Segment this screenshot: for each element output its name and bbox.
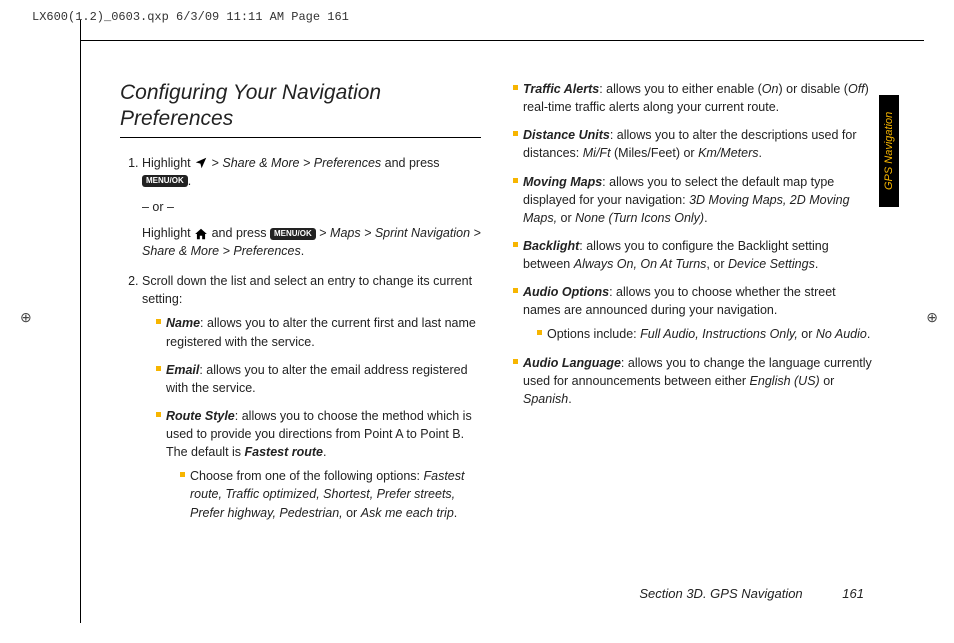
setting-audio-options: Audio Options: allows you to choose whet… [513,283,874,343]
page-footer: Section 3D. GPS Navigation 161 [639,586,864,601]
back-c: , or [706,257,728,271]
setting-route-title: Route Style [166,409,235,423]
lang-title: Audio Language [523,356,621,370]
setting-moving-maps: Moving Maps: allows you to select the de… [513,173,874,227]
step-1-alt-dot: . [301,244,304,258]
back-title: Backlight [523,239,579,253]
setting-audio-language: Audio Language: allows you to change the… [513,354,874,408]
step-1-dot: . [188,174,191,188]
step-1-text-c: and press [385,156,440,170]
title-line-1: Configuring Your Navigation [120,81,381,104]
map-c: or [557,211,575,225]
page-number: 161 [842,586,864,601]
setting-route-style: Route Style: allows you to choose the me… [156,407,481,522]
audio-sub-c: or [798,327,816,341]
gt-1: > [212,156,223,170]
setting-name-title: Name [166,316,200,330]
audio-sub-d: No Audio [816,327,867,341]
audio-title: Audio Options [523,285,609,299]
settings-list-left: Name: allows you to alter the current fi… [142,314,481,521]
setting-distance-units: Distance Units: allows you to alter the … [513,126,874,162]
setting-email-desc: : allows you to alter the email address … [166,363,468,395]
route-opt-a: Choose from one of the following options… [190,469,423,483]
crop-mark-right: ⊕ [926,310,938,324]
top-crop-rule [80,40,924,41]
setting-traffic-alerts: Traffic Alerts: allows you to either ena… [513,80,874,116]
lang-d: Spanish [523,392,568,406]
step-1-text-a: Highlight [142,156,194,170]
map-title: Moving Maps [523,175,602,189]
step-1-alt-b: and press [212,226,270,240]
footer-section: Section 3D. GPS Navigation [639,586,802,601]
gt-2: > [319,226,330,240]
map-e: . [704,211,707,225]
traffic-title: Traffic Alerts [523,82,599,96]
setting-route-default: Fastest route [245,445,324,459]
back-b: Always On, On At Turns [574,257,707,271]
dist-e: . [759,146,762,160]
step-2-intro: Scroll down the list and select an entry… [142,274,472,306]
left-crop-rule [80,20,81,623]
audio-sub-e: . [867,327,870,341]
setting-email-title: Email [166,363,199,377]
steps-list: Highlight > Share & More > Preferences a… [120,154,481,522]
setting-email: Email: allows you to alter the email add… [156,361,481,397]
route-opt-e: . [454,506,457,520]
step-1: Highlight > Share & More > Preferences a… [142,154,481,261]
audio-options-sub: Options include: Full Audio, Instruction… [523,325,874,343]
crop-mark-left: ⊕ [20,310,32,324]
route-options-item: Choose from one of the following options… [180,467,481,521]
traffic-off: Off [848,82,865,96]
step-1-path: Share & More > Preferences [222,156,381,170]
menu-ok-key-icon-2: MENU/OK [270,228,316,240]
nav-arrow-icon [194,156,208,170]
step-2: Scroll down the list and select an entry… [142,272,481,522]
back-d: Device Settings [728,257,815,271]
dist-b: Mi/Ft [583,146,611,160]
home-icon [194,227,208,241]
lang-e: . [568,392,571,406]
route-opt-d: Ask me each trip [361,506,454,520]
setting-backlight: Backlight: allows you to configure the B… [513,237,874,273]
dist-d: Km/Meters [698,146,758,160]
settings-list-right: Traffic Alerts: allows you to either ena… [513,80,874,408]
step-1-alt-a: Highlight [142,226,194,240]
dist-title: Distance Units [523,128,610,142]
map-d: None (Turn Icons Only) [575,211,704,225]
back-e: . [815,257,818,271]
left-column: Configuring Your Navigation Preferences … [120,80,481,603]
or-separator: – or – [142,198,481,216]
page-content: Configuring Your Navigation Preferences … [120,80,874,603]
setting-route-dot: . [323,445,326,459]
setting-name: Name: allows you to alter the current fi… [156,314,481,350]
audio-options-item: Options include: Full Audio, Instruction… [537,325,874,343]
title-underline [120,137,481,138]
audio-sub-a: Options include: [547,327,640,341]
menu-ok-key-icon: MENU/OK [142,175,188,187]
title-line-2: Preferences [120,107,233,130]
traffic-on: On [762,82,779,96]
route-opt-c: or [343,506,361,520]
traffic-b: ) or disable ( [778,82,847,96]
audio-sub-b: Full Audio, Instructions Only, [640,327,798,341]
lang-c: or [820,374,835,388]
route-options-sub: Choose from one of the following options… [166,467,481,521]
lang-b: English (US) [750,374,820,388]
dist-c: (Miles/Feet) or [611,146,699,160]
page-title: Configuring Your Navigation Preferences [120,80,481,133]
side-tab-gps-navigation: GPS Navigation [879,95,899,207]
right-column: Traffic Alerts: allows you to either ena… [513,80,874,603]
setting-name-desc: : allows you to alter the current first … [166,316,476,348]
traffic-a: : allows you to either enable ( [599,82,762,96]
